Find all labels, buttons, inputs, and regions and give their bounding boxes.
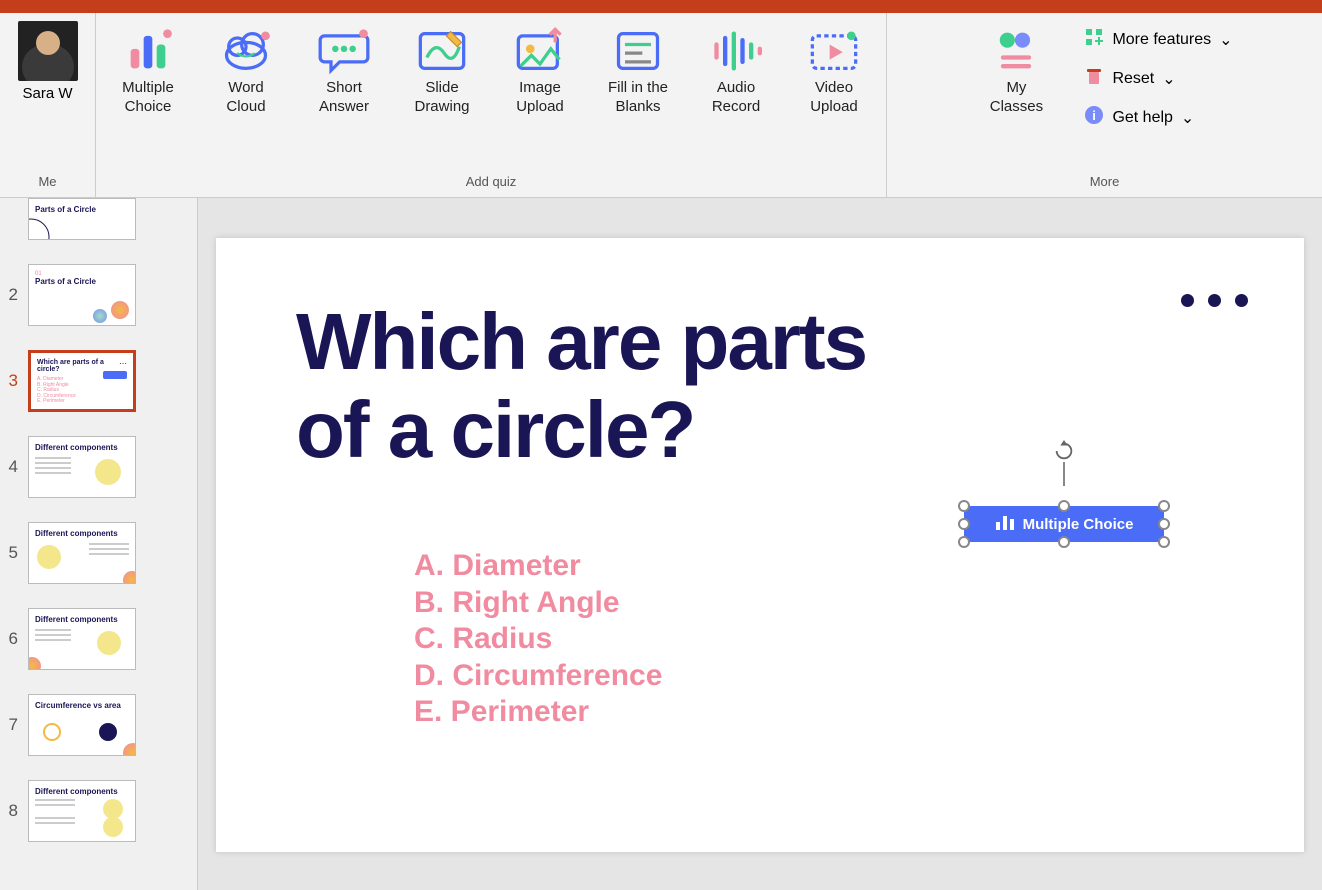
slide-thumb-5[interactable]: Different components <box>28 522 136 584</box>
thumb-number: 7 <box>4 715 18 735</box>
resize-handle[interactable] <box>1058 500 1070 512</box>
form-icon <box>612 25 664 77</box>
title-bar <box>0 0 1322 13</box>
speech-bubble-icon <box>318 25 370 77</box>
resize-handle[interactable] <box>958 518 970 530</box>
fill-blanks-button[interactable]: Fill in the Blanks <box>598 21 678 121</box>
thumb-number: 6 <box>4 629 18 649</box>
slide-thumb-7[interactable]: Circumference vs area <box>28 694 136 756</box>
video-upload-button[interactable]: Video Upload <box>794 21 874 121</box>
get-help-button[interactable]: i Get help ⌄ <box>1084 105 1232 130</box>
resize-handle[interactable] <box>1158 500 1170 512</box>
user-name: Sara W <box>22 85 72 103</box>
video-icon <box>808 25 860 77</box>
reset-button[interactable]: Reset ⌄ <box>1084 66 1232 91</box>
chevron-down-icon: ⌄ <box>1219 30 1232 50</box>
drawing-icon <box>416 25 468 77</box>
slide-thumb-8[interactable]: Different components <box>28 780 136 842</box>
slide-drawing-button[interactable]: Slide Drawing <box>402 21 482 121</box>
bar-chart-icon <box>122 25 174 77</box>
slide-canvas-area[interactable]: Which are parts of a circle? A. Diameter… <box>198 198 1322 890</box>
user-profile[interactable]: Sara W <box>13 21 83 103</box>
word-cloud-button[interactable]: Word Cloud <box>206 21 286 121</box>
avatar <box>18 21 78 81</box>
multiple-choice-object[interactable]: Multiple Choice <box>958 488 1170 560</box>
ribbon-group-label-more: More <box>1090 170 1120 193</box>
bar-chart-icon <box>995 514 1015 534</box>
thumb-number: 3 <box>4 371 18 391</box>
ribbon-group-label-quiz: Add quiz <box>466 170 517 193</box>
resize-handle[interactable] <box>1058 536 1070 548</box>
thumb-number: 5 <box>4 543 18 563</box>
ribbon: Sara W Me Multiple Choice Word Cloud <box>0 13 1322 198</box>
answer-options[interactable]: A. Diameter B. Right Angle C. Radius D. … <box>414 548 662 731</box>
slide-title[interactable]: Which are parts of a circle? <box>296 298 866 474</box>
svg-text:i: i <box>1093 108 1097 123</box>
image-upload-icon <box>514 25 566 77</box>
chevron-down-icon: ⌄ <box>1181 108 1194 128</box>
thumb-number: 4 <box>4 457 18 477</box>
resize-handle[interactable] <box>1158 536 1170 548</box>
thumbnail-panel[interactable]: Parts of a Circle 2 01 Parts of a Circle… <box>0 198 198 890</box>
audio-wave-icon <box>710 25 762 77</box>
grid-plus-icon <box>1084 27 1104 52</box>
resize-handle[interactable] <box>958 536 970 548</box>
slide-thumb-1[interactable]: Parts of a Circle <box>28 198 136 240</box>
audio-record-button[interactable]: Audio Record <box>696 21 776 121</box>
resize-handle[interactable] <box>1158 518 1170 530</box>
short-answer-button[interactable]: Short Answer <box>304 21 384 121</box>
thumb-number: 8 <box>4 801 18 821</box>
slide-thumb-6[interactable]: Different components <box>28 608 136 670</box>
my-classes-button[interactable]: My Classes <box>976 21 1056 121</box>
thumb-number: 2 <box>4 285 18 305</box>
people-icon <box>990 25 1042 77</box>
image-upload-button[interactable]: Image Upload <box>500 21 580 121</box>
slide[interactable]: Which are parts of a circle? A. Diameter… <box>216 238 1304 852</box>
info-icon: i <box>1084 105 1104 130</box>
workspace: Parts of a Circle 2 01 Parts of a Circle… <box>0 198 1322 890</box>
more-features-button[interactable]: More features ⌄ <box>1084 27 1232 52</box>
multiple-choice-button[interactable]: Multiple Choice <box>108 21 188 121</box>
ribbon-group-label-me: Me <box>38 170 56 193</box>
slide-thumb-4[interactable]: Different components <box>28 436 136 498</box>
slide-thumb-3[interactable]: Which are parts of a circle? A. Diameter… <box>28 350 136 412</box>
cloud-icon <box>220 25 272 77</box>
slide-thumb-2[interactable]: 01 Parts of a Circle <box>28 264 136 326</box>
resize-handle[interactable] <box>958 500 970 512</box>
chevron-down-icon: ⌄ <box>1162 69 1175 89</box>
three-dots-decoration <box>1181 294 1248 307</box>
trash-icon <box>1084 66 1104 91</box>
rotate-handle[interactable] <box>1053 440 1075 462</box>
